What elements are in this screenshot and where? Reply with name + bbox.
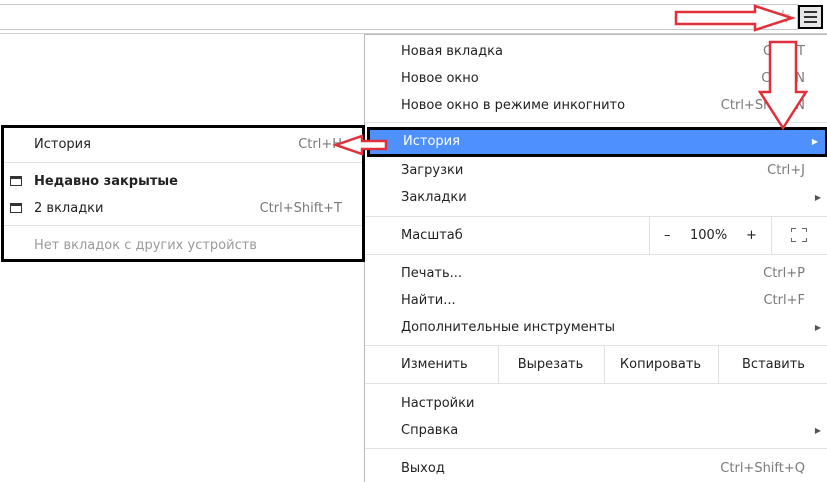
menu-item-label: Выход <box>401 461 445 476</box>
menu-item-label: Загрузки <box>401 163 464 178</box>
chrome-main-menu: Новая вкладка Ctrl+T Новое окно Ctrl+N Н… <box>364 34 827 482</box>
menu-item-label: Новое окно в режиме инкогнито <box>401 98 626 113</box>
submenu-item-history[interactable]: История Ctrl+H <box>4 131 362 158</box>
submenu-item-label: Недавно закрытые <box>34 174 178 189</box>
menu-item-incognito[interactable]: Новое окно в режиме инкогнито Ctrl+Shift… <box>365 92 827 119</box>
submenu-separator <box>4 162 362 163</box>
menu-item-downloads[interactable]: Загрузки Ctrl+J <box>365 157 827 184</box>
menu-item-print[interactable]: Печать... Ctrl+P <box>365 260 827 287</box>
submenu-item-no-devices: Нет вкладок с других устройств <box>4 232 362 259</box>
zoom-row: Масштаб – 100% + <box>365 217 827 254</box>
edit-row: Изменить Вырезать Копировать Вставить <box>365 346 827 383</box>
menu-item-label: Справка <box>401 423 459 438</box>
submenu-arrow-icon: ▶ <box>814 323 821 332</box>
cut-button[interactable]: Вырезать <box>498 346 602 383</box>
tab-icon <box>10 203 22 213</box>
menu-item-new-window[interactable]: Новое окно Ctrl+N <box>365 65 827 92</box>
submenu-item-label: 2 вкладки <box>34 201 104 216</box>
menu-item-new-tab[interactable]: Новая вкладка Ctrl+T <box>365 38 827 65</box>
submenu-item-label: Нет вкладок с других устройств <box>34 238 257 253</box>
zoom-label: Масштаб <box>401 228 463 243</box>
zoom-out-button[interactable]: – <box>664 217 671 254</box>
menu-item-label: Новое окно <box>401 71 479 86</box>
menu-item-history[interactable]: История ▶ <box>367 127 827 157</box>
edit-label: Изменить <box>401 357 468 372</box>
menu-item-label: Дополнительные инструменты <box>401 320 616 335</box>
zoom-control: – 100% + <box>649 217 772 254</box>
menu-item-label: Новая вкладка <box>401 44 503 59</box>
hamburger-menu-icon[interactable] <box>798 5 823 29</box>
menu-item-bookmarks[interactable]: Закладки ▶ <box>365 184 827 211</box>
menu-item-label: Найти... <box>401 293 456 308</box>
submenu-arrow-icon: ▶ <box>814 426 821 435</box>
menu-item-shortcut: Ctrl+T <box>763 44 805 59</box>
copy-button[interactable]: Копировать <box>604 346 716 383</box>
menu-separator <box>365 448 827 449</box>
menu-item-shortcut: Ctrl+J <box>767 163 805 178</box>
address-bar[interactable] <box>0 4 798 30</box>
menu-item-shortcut: Ctrl+P <box>763 266 805 281</box>
fullscreen-icon[interactable] <box>791 228 807 242</box>
submenu-item-two-tabs[interactable]: 2 вкладки Ctrl+Shift+T <box>4 195 362 222</box>
browser-toolbar: ☆ <box>0 0 827 34</box>
menu-separator <box>365 254 827 255</box>
menu-item-shortcut: Ctrl+Shift+N <box>720 98 805 113</box>
menu-item-find[interactable]: Найти... Ctrl+F <box>365 287 827 314</box>
tab-icon <box>10 176 22 186</box>
zoom-in-button[interactable]: + <box>746 217 757 254</box>
menu-item-exit[interactable]: Выход Ctrl+Shift+Q <box>365 455 827 482</box>
menu-item-shortcut: Ctrl+F <box>763 293 805 308</box>
menu-item-shortcut: Ctrl+Shift+Q <box>720 461 805 476</box>
submenu-item-recently-closed: Недавно закрытые <box>4 168 362 195</box>
menu-item-help[interactable]: Справка ▶ <box>365 417 827 444</box>
submenu-arrow-icon: ▶ <box>811 137 818 146</box>
menu-item-label: Закладки <box>401 190 467 205</box>
menu-item-settings[interactable]: Настройки <box>365 390 827 417</box>
star-icon[interactable]: ☆ <box>772 6 794 28</box>
submenu-item-label: История <box>34 137 91 152</box>
submenu-arrow-icon: ▶ <box>814 193 821 202</box>
menu-separator <box>365 383 827 384</box>
menu-item-label: Настройки <box>401 396 475 411</box>
submenu-item-shortcut: Ctrl+H <box>298 137 342 152</box>
menu-item-label: История <box>403 134 460 149</box>
submenu-item-shortcut: Ctrl+Shift+T <box>259 201 342 216</box>
menu-separator <box>365 122 827 123</box>
paste-button[interactable]: Вставить <box>718 346 827 383</box>
submenu-separator <box>4 225 362 226</box>
menu-item-label: Печать... <box>401 266 463 281</box>
history-submenu: История Ctrl+H Недавно закрытые 2 вкладк… <box>1 125 365 262</box>
zoom-level: 100% <box>690 228 728 243</box>
menu-item-more-tools[interactable]: Дополнительные инструменты ▶ <box>365 314 827 341</box>
menu-item-shortcut: Ctrl+N <box>761 71 805 86</box>
